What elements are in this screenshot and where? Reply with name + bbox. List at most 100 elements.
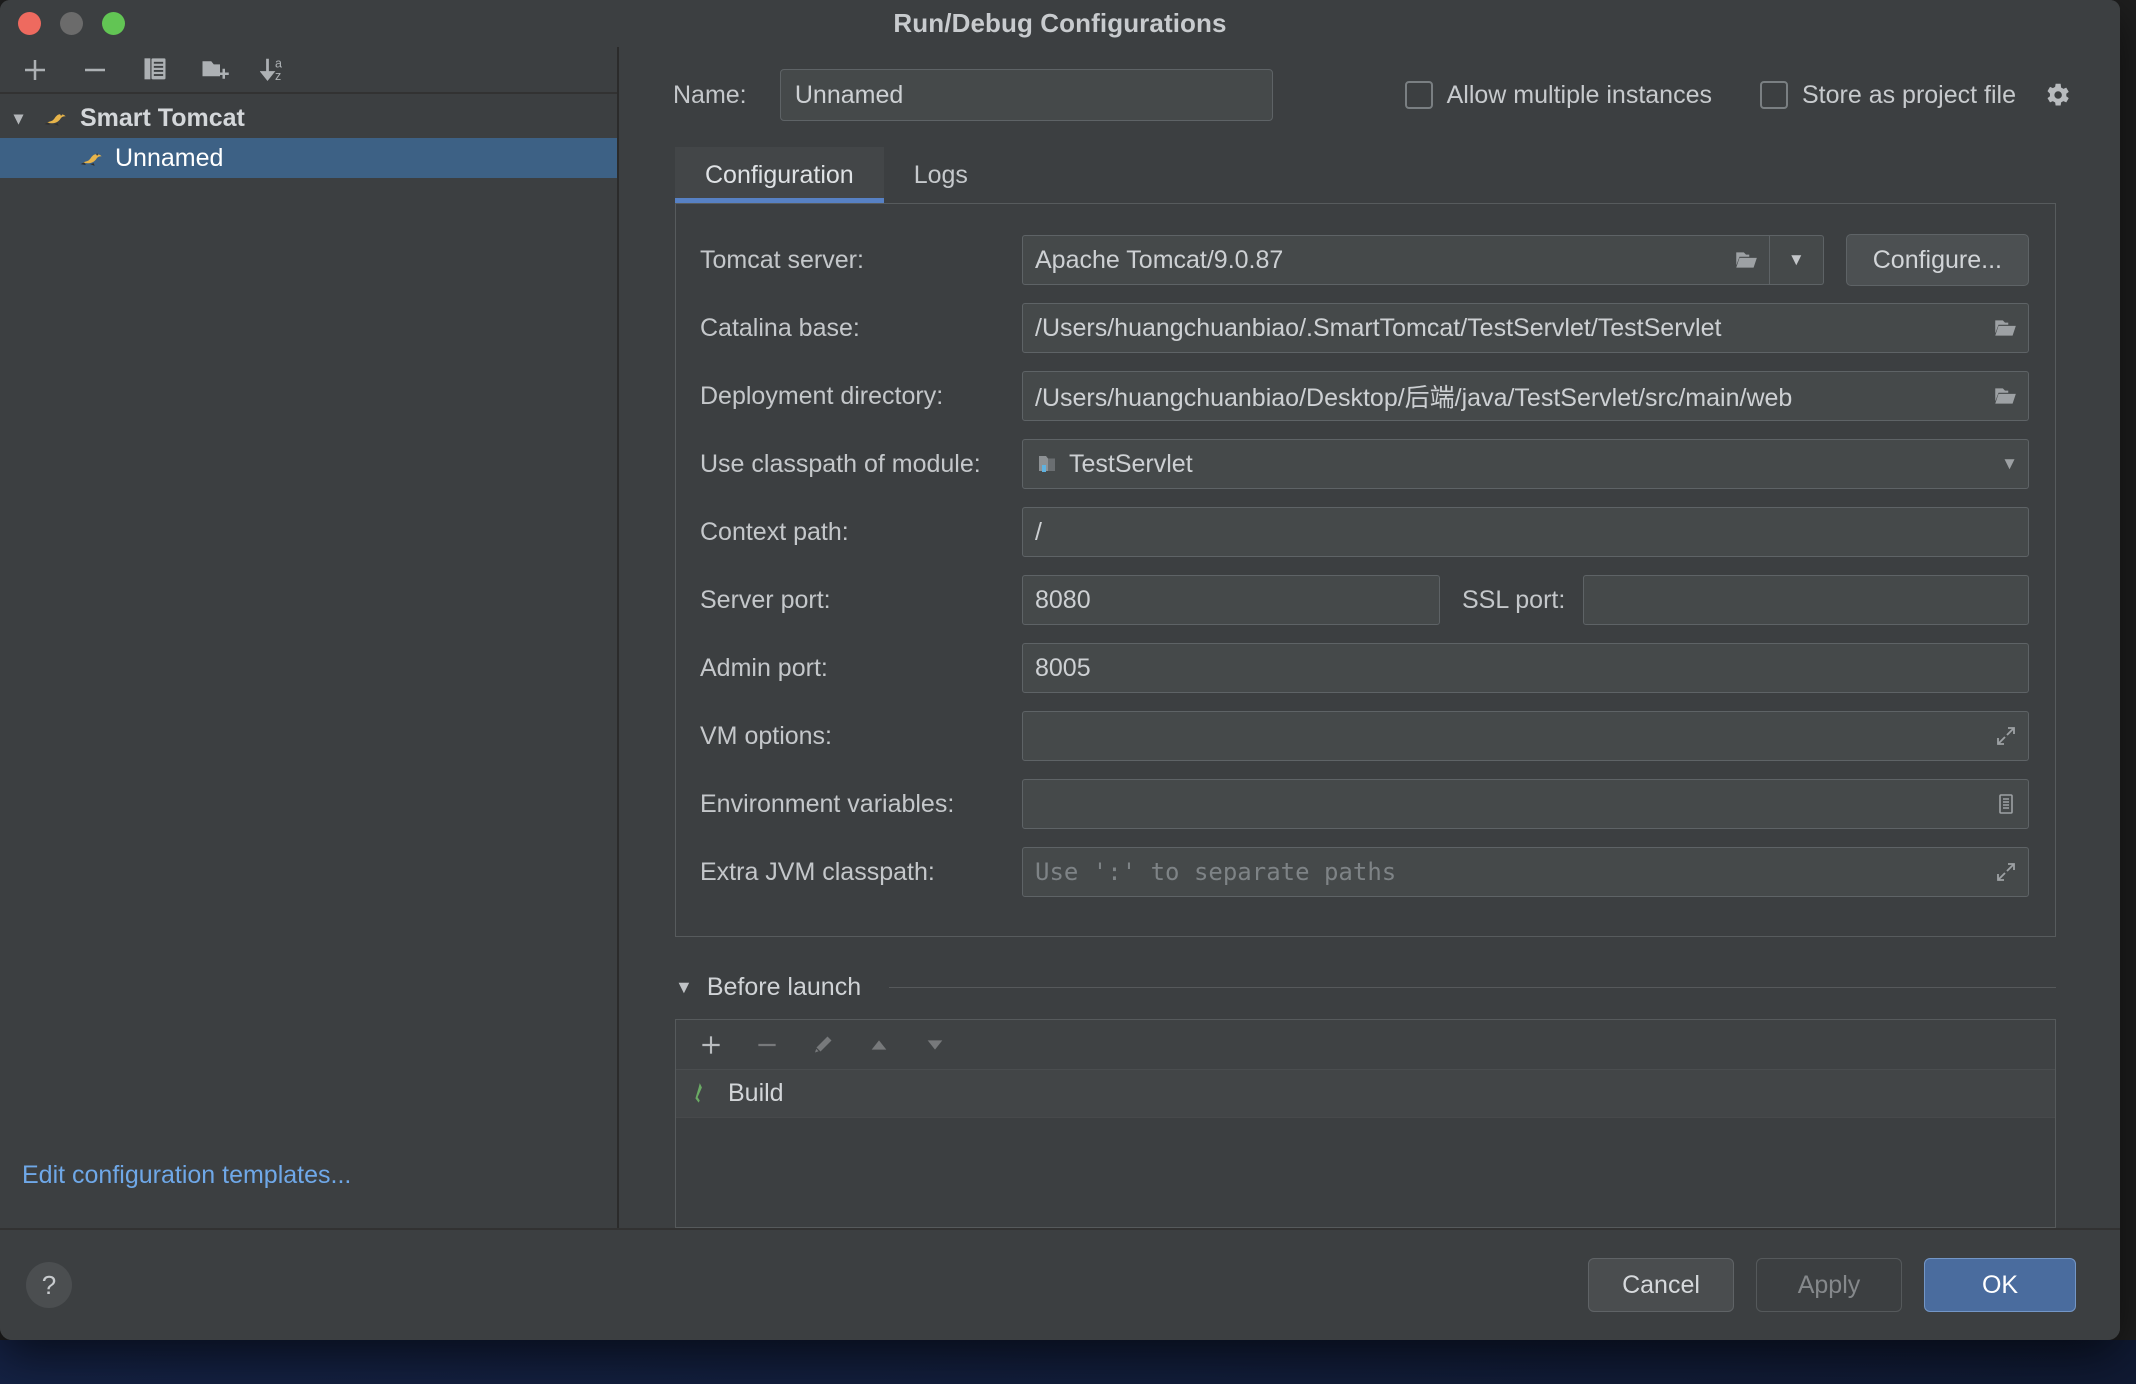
catalina-base-value: /Users/huangchuanbiao/.SmartTomcat/TestS…: [1035, 313, 1722, 342]
use-classpath-of-module-value: TestServlet: [1069, 449, 1193, 478]
row-extra-jvm-classpath: Extra JVM classpath: Use ':' to separate…: [700, 838, 2029, 906]
use-classpath-of-module-label: Use classpath of module:: [700, 449, 981, 478]
deployment-directory-field[interactable]: /Users/huangchuanbiao/Desktop/后端/java/Te…: [1022, 371, 2029, 421]
sidebar-toolbar: a z: [0, 47, 617, 94]
task-row-build[interactable]: Build: [676, 1070, 2055, 1118]
chevron-down-icon[interactable]: ▼: [2001, 454, 2018, 474]
help-button[interactable]: ?: [26, 1262, 72, 1308]
row-admin-port: Admin port: 8005: [700, 634, 2029, 702]
row-use-classpath-of-module: Use classpath of module: TestServlet ▼: [700, 430, 2029, 498]
row-environment-variables: Environment variables:: [700, 770, 2029, 838]
svg-text:z: z: [275, 69, 281, 83]
add-configuration-button[interactable]: [16, 51, 54, 89]
remove-configuration-button[interactable]: [76, 51, 114, 89]
row-context-path: Context path: /: [700, 498, 2029, 566]
admin-port-field[interactable]: 8005: [1022, 643, 2029, 693]
row-deployment-directory: Deployment directory: /Users/huangchuanb…: [700, 362, 2029, 430]
tree-item-label: Unnamed: [115, 143, 224, 172]
checkbox-icon[interactable]: [1404, 81, 1433, 109]
gear-icon[interactable]: [2042, 80, 2072, 110]
chevron-down-icon[interactable]: ▾: [14, 108, 32, 129]
tree-item-unnamed[interactable]: Unnamed: [0, 138, 617, 178]
store-as-project-file-checkbox[interactable]: Store as project file: [1760, 80, 2072, 110]
expand-editor-icon[interactable]: [1994, 860, 2018, 884]
deployment-directory-label: Deployment directory:: [700, 381, 944, 410]
ssl-port-label: SSL port:: [1462, 585, 1566, 614]
extra-jvm-classpath-label: Extra JVM classpath:: [700, 857, 935, 886]
environment-variables-label: Environment variables:: [700, 789, 955, 818]
configuration-form-panel: Tomcat server: Apache Tomcat/9.0.87 ▼ Co…: [675, 203, 2056, 937]
name-row: Name: Allow multiple instances Store as …: [619, 47, 2120, 143]
allow-multiple-instances-checkbox[interactable]: Allow multiple instances: [1404, 80, 1712, 110]
name-input[interactable]: [779, 69, 1273, 121]
server-port-field[interactable]: 8080: [1022, 575, 1440, 625]
extra-jvm-classpath-field[interactable]: Use ':' to separate paths: [1022, 847, 2029, 897]
apply-button[interactable]: Apply: [1756, 1258, 1902, 1312]
checkbox-icon[interactable]: [1760, 81, 1788, 109]
tomcat-server-field[interactable]: Apache Tomcat/9.0.87: [1022, 235, 1770, 285]
tab-configuration[interactable]: Configuration: [675, 147, 884, 203]
extra-jvm-classpath-placeholder: Use ':' to separate paths: [1035, 858, 1397, 886]
tomcat-icon: [42, 107, 70, 129]
before-launch-section: ▼ Before launch Build: [675, 965, 2056, 1228]
cancel-button[interactable]: Cancel: [1588, 1258, 1734, 1312]
tomcat-server-combo[interactable]: Apache Tomcat/9.0.87 ▼: [1022, 235, 1824, 285]
row-server-port: Server port: 8080 SSL port:: [700, 566, 2029, 634]
browse-folder-icon[interactable]: [1992, 383, 2018, 409]
chevron-down-icon[interactable]: ▼: [675, 977, 693, 998]
sidebar-footer: Edit configuration templates...: [0, 1161, 617, 1228]
environment-variables-editor-icon[interactable]: [1994, 792, 2018, 816]
store-as-project-file-label: Store as project file: [1802, 80, 2016, 109]
tab-logs[interactable]: Logs: [884, 147, 998, 203]
before-launch-toolbar: [676, 1019, 2055, 1070]
vm-options-label: VM options:: [700, 721, 833, 750]
run-debug-configurations-dialog: Run/Debug Configurations a z ▾ Smart Tom…: [0, 0, 2120, 1340]
row-catalina-base: Catalina base: /Users/huangchuanbiao/.Sm…: [700, 294, 2029, 362]
move-task-down-button[interactable]: [918, 1028, 952, 1062]
configurations-tree: ▾ Smart Tomcat Unnamed: [0, 94, 617, 1161]
context-path-field[interactable]: /: [1022, 507, 2029, 557]
chevron-down-icon[interactable]: ▼: [1769, 235, 1824, 285]
expand-editor-icon[interactable]: [1994, 724, 2018, 748]
browse-folder-icon[interactable]: [1733, 247, 1759, 273]
build-hammer-icon: [690, 1081, 716, 1107]
edit-task-button[interactable]: [806, 1028, 840, 1062]
admin-port-label: Admin port:: [700, 653, 828, 682]
vm-options-field[interactable]: [1022, 711, 2029, 761]
copy-configuration-button[interactable]: [136, 51, 174, 89]
browse-folder-icon[interactable]: [1992, 315, 2018, 341]
allow-multiple-instances-label: Allow multiple instances: [1446, 80, 1712, 109]
context-path-label: Context path:: [700, 517, 849, 546]
move-task-up-button[interactable]: [862, 1028, 896, 1062]
before-launch-header[interactable]: ▼ Before launch: [675, 965, 2056, 1009]
row-tomcat-server: Tomcat server: Apache Tomcat/9.0.87 ▼ Co…: [700, 226, 2029, 294]
sort-configurations-button[interactable]: a z: [256, 51, 294, 89]
catalina-base-field[interactable]: /Users/huangchuanbiao/.SmartTomcat/TestS…: [1022, 303, 2029, 353]
section-divider: [889, 986, 2056, 988]
row-vm-options: VM options:: [700, 702, 2029, 770]
tab-label: Logs: [913, 160, 968, 189]
ok-button[interactable]: OK: [1924, 1258, 2076, 1312]
ssl-port-field[interactable]: [1583, 575, 2029, 625]
task-label: Build: [728, 1079, 784, 1107]
tomcat-icon: [78, 147, 106, 169]
server-port-label: Server port:: [700, 585, 831, 614]
configure-button[interactable]: Configure...: [1845, 234, 2029, 286]
edit-configuration-templates-link[interactable]: Edit configuration templates...: [22, 1161, 351, 1189]
dialog-titlebar: Run/Debug Configurations: [0, 0, 2120, 47]
new-folder-button[interactable]: [196, 51, 234, 89]
tree-group-label: Smart Tomcat: [80, 103, 245, 132]
tab-label: Configuration: [705, 160, 854, 189]
environment-variables-field[interactable]: [1022, 779, 2029, 829]
configuration-editor: Name: Allow multiple instances Store as …: [619, 47, 2120, 1228]
context-path-value: /: [1035, 517, 1042, 546]
use-classpath-of-module-combo[interactable]: TestServlet ▼: [1022, 439, 2029, 489]
before-launch-task-list: Build: [676, 1070, 2055, 1227]
remove-task-button[interactable]: [750, 1028, 784, 1062]
deployment-directory-value: /Users/huangchuanbiao/Desktop/后端/java/Te…: [1035, 384, 1793, 412]
before-launch-tasks-panel: Build: [675, 1019, 2056, 1228]
tree-group-smart-tomcat[interactable]: ▾ Smart Tomcat: [0, 98, 617, 138]
add-task-button[interactable]: [694, 1028, 728, 1062]
name-label: Name:: [673, 80, 747, 109]
dialog-title: Run/Debug Configurations: [893, 8, 1227, 38]
